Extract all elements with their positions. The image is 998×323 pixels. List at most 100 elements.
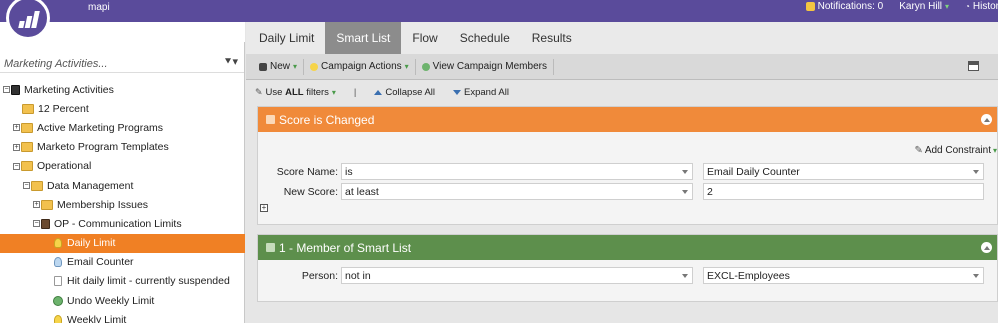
chevron-down-icon: ▾ — [331, 88, 336, 97]
doc-icon — [54, 276, 62, 287]
chevron-down-icon: ▾ — [293, 62, 298, 71]
chevron-down-icon: ▾ — [945, 2, 950, 11]
folder-icon — [21, 142, 33, 153]
collapse-minus-icon[interactable]: − — [33, 220, 40, 228]
score-name-label: Score Name: — [276, 165, 338, 178]
tree-item-label: Hit daily limit - currently suspended — [67, 275, 230, 288]
score-name-value-select[interactable]: Email Daily Counter — [703, 163, 984, 180]
collapse-icon — [374, 90, 383, 95]
tree-item-label: Active Marketing Programs — [37, 121, 164, 134]
app-name: mapi — [88, 2, 110, 13]
chevron-down-icon — [973, 274, 979, 278]
toolbar: New ▾ Campaign Actions ▾ View Campaign M… — [246, 54, 998, 80]
page-icon — [11, 84, 20, 95]
filter-icon[interactable]: ⯆▾ — [224, 55, 238, 69]
tree-item-label: Marketo Program Templates — [37, 141, 169, 154]
expand-icon — [453, 90, 462, 95]
expand-plus-icon[interactable]: + — [33, 201, 40, 209]
tree-item[interactable]: Weekly Limit — [0, 310, 245, 323]
notifications-link[interactable]: Notifications: 0 — [805, 1, 883, 12]
tree-item-label: Email Counter — [67, 256, 134, 269]
trigger-header[interactable]: Score is Changed — [258, 107, 997, 132]
tree-item-label: Weekly Limit — [67, 313, 127, 323]
filter-header[interactable]: 1 - Member of Smart List — [258, 235, 997, 260]
history-icon: ◔ — [965, 2, 970, 11]
tree-item[interactable]: 12 Percent — [0, 99, 245, 118]
expand-plus-icon[interactable]: + — [13, 124, 20, 132]
chevron-down-icon: ▾ — [404, 62, 409, 71]
tree-item-label: OP - Communication Limits — [54, 217, 182, 230]
use-all-filters-dropdown[interactable]: ✎ Use ALL filters ▾ — [255, 87, 336, 98]
top-bar: mapi Notifications: 0 Karyn Hill ▾ ◔ His… — [0, 0, 998, 40]
chevron-down-icon — [973, 170, 979, 174]
view-campaign-members-button[interactable]: View Campaign Members — [416, 58, 554, 75]
tree-item[interactable]: Hit daily limit - currently suspended — [0, 272, 245, 291]
smart-list-icon — [54, 314, 62, 323]
folder-icon — [41, 199, 53, 210]
program-icon — [41, 218, 50, 229]
tree-item-label: Operational — [37, 160, 92, 173]
new-score-operator-select[interactable]: at least — [341, 183, 693, 200]
tree-item-label: Undo Weekly Limit — [67, 294, 155, 307]
wrench-icon: ✎ — [914, 145, 923, 156]
smart-list-icon — [54, 238, 62, 249]
collapse-up-icon[interactable] — [981, 114, 992, 125]
new-icon — [259, 62, 267, 71]
tree-item[interactable]: − Operational — [0, 157, 245, 176]
new-score-label: New Score: — [283, 185, 338, 198]
bell-icon — [805, 2, 815, 11]
tree-search[interactable]: Marketing Activities... ⯆▾ — [0, 42, 244, 73]
tree-item[interactable]: − Data Management — [0, 176, 245, 195]
collapse-minus-icon[interactable]: − — [23, 182, 30, 190]
tree-item[interactable]: Undo Weekly Limit — [0, 291, 245, 310]
wrench-icon: ✎ — [255, 87, 263, 97]
tree-item[interactable]: + Membership Issues — [0, 195, 245, 214]
smart-list-icon-blue — [54, 257, 62, 268]
tab-smart-list[interactable]: Smart List — [325, 22, 402, 54]
expand-plus-icon[interactable]: + — [13, 143, 20, 151]
chevron-down-icon — [682, 274, 688, 278]
tree-item[interactable]: + Active Marketing Programs — [0, 118, 245, 137]
smart-list-canvas: Score is Changed ✎ Add Constraint ▾ Scor… — [246, 104, 998, 323]
folder-icon — [21, 161, 33, 172]
collapse-up-icon[interactable] — [981, 242, 992, 253]
tree-item[interactable]: − Marketing Activities — [0, 80, 245, 99]
tree-item[interactable]: + Marketo Program Templates — [0, 138, 245, 157]
window-icon[interactable] — [968, 61, 979, 71]
tree-item[interactable]: Email Counter — [0, 253, 245, 272]
search-input[interactable]: Marketing Activities... — [4, 58, 108, 70]
tree-item[interactable]: Daily Limit — [0, 233, 245, 253]
members-icon — [421, 62, 430, 71]
history-menu[interactable]: ◔ History — [965, 1, 998, 12]
folder-icon — [21, 122, 33, 133]
person-operator-select[interactable]: not in — [341, 267, 693, 284]
tree-item-label: Data Management — [47, 179, 134, 192]
collapse-all-button[interactable]: Collapse All — [374, 87, 435, 98]
tab-flow[interactable]: Flow — [401, 22, 448, 54]
chevron-down-icon — [682, 190, 688, 194]
pencil-icon — [266, 243, 275, 252]
trigger-score-is-changed: Score is Changed ✎ Add Constraint ▾ Scor… — [257, 106, 998, 225]
campaign-actions-button[interactable]: Campaign Actions ▾ — [304, 58, 416, 75]
filter-member-of-smart-list: 1 - Member of Smart List Person: not in … — [257, 234, 998, 302]
chevron-down-icon: ▾ — [992, 146, 997, 155]
expand-all-button[interactable]: Expand All — [453, 87, 509, 98]
folder-icon — [22, 103, 34, 114]
new-button[interactable]: New ▾ — [253, 58, 305, 75]
tab-schedule[interactable]: Schedule — [449, 22, 521, 54]
collapse-minus-icon[interactable]: − — [3, 86, 10, 94]
new-score-value-input[interactable]: 2 — [703, 183, 984, 200]
tab-results[interactable]: Results — [521, 22, 583, 54]
tree-item[interactable]: − OP - Communication Limits — [0, 214, 245, 233]
chevron-down-icon — [682, 170, 688, 174]
score-name-operator-select[interactable]: is — [341, 163, 693, 180]
tree-item-label: Membership Issues — [57, 198, 149, 211]
collapse-minus-icon[interactable]: − — [13, 162, 20, 170]
add-constraint-button[interactable]: ✎ Add Constraint ▾ — [914, 145, 997, 156]
tree-item-label: 12 Percent — [38, 102, 89, 115]
tab-daily-limit[interactable]: Daily Limit — [248, 22, 325, 54]
tree-item-label: Daily Limit — [67, 237, 116, 250]
user-menu[interactable]: Karyn Hill ▾ — [899, 1, 949, 12]
expand-plus-icon[interactable]: + — [260, 204, 268, 212]
person-value-select[interactable]: EXCL-Employees — [703, 267, 984, 284]
